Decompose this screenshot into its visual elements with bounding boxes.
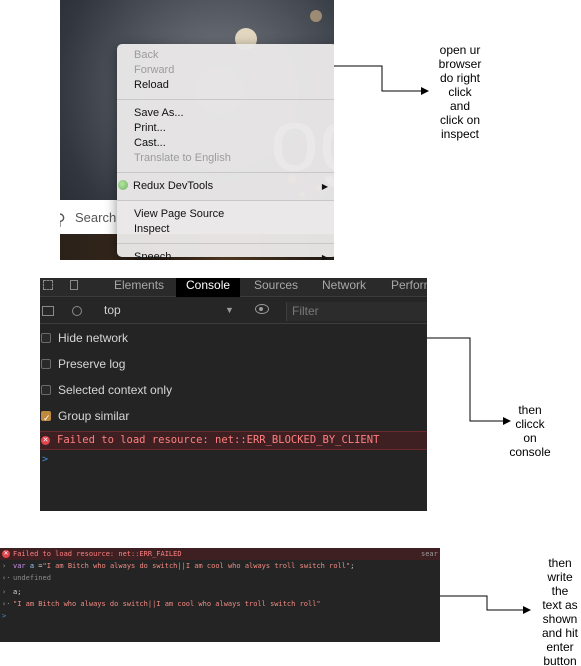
annotation-arrows <box>334 65 531 614</box>
arrow-connector <box>334 65 429 95</box>
arrow-connector <box>427 337 511 425</box>
arrow-connector <box>440 595 531 614</box>
